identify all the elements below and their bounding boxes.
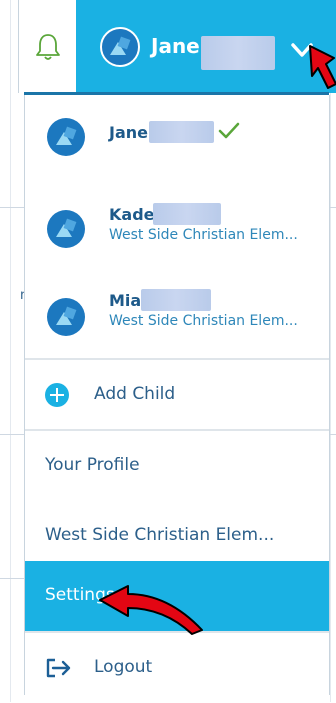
bg-divider	[0, 207, 24, 208]
logout-button[interactable]: Logout	[25, 633, 329, 703]
your-profile-link[interactable]: Your Profile	[25, 431, 329, 501]
redacted-surname	[149, 121, 214, 143]
avatar	[46, 209, 86, 253]
avatar	[46, 297, 86, 341]
child-name: Mia	[109, 291, 142, 310]
current-user-name: Jane	[151, 34, 200, 58]
annotation-arrow-icon	[99, 585, 203, 635]
annotation-arrow-icon	[309, 45, 336, 89]
user-switcher-button[interactable]: Jane	[76, 0, 336, 93]
school-label: West Side Christian Elem...	[45, 525, 275, 545]
check-icon	[218, 122, 240, 139]
plus-icon	[45, 383, 69, 407]
redacted-surname	[141, 289, 211, 311]
child-school: West Side Christian Elem...	[109, 227, 298, 243]
bg-divider	[0, 434, 24, 435]
redacted-surname	[153, 203, 221, 225]
bg-divider	[0, 578, 24, 579]
your-profile-label: Your Profile	[45, 455, 140, 475]
bell-icon	[36, 33, 60, 60]
redacted-surname	[201, 36, 275, 70]
child-item[interactable]: Jane	[25, 95, 329, 185]
child-name: Kade	[109, 205, 155, 224]
avatar	[46, 117, 86, 161]
add-child-label: Add Child	[94, 384, 176, 404]
child-name: Jane	[109, 123, 148, 142]
notifications-button[interactable]	[18, 0, 77, 93]
add-child-button[interactable]: Add Child	[25, 360, 329, 430]
child-item[interactable]: Kade West Side Christian Elem...	[25, 185, 329, 273]
bg-divider	[10, 0, 11, 702]
child-item[interactable]: Mia West Side Christian Elem...	[25, 273, 329, 359]
app-header: Jane	[18, 0, 336, 95]
avatar	[100, 27, 140, 71]
logout-icon	[46, 658, 71, 678]
logout-label: Logout	[94, 657, 153, 677]
child-school: West Side Christian Elem...	[109, 313, 298, 329]
bg-divider	[330, 0, 331, 702]
